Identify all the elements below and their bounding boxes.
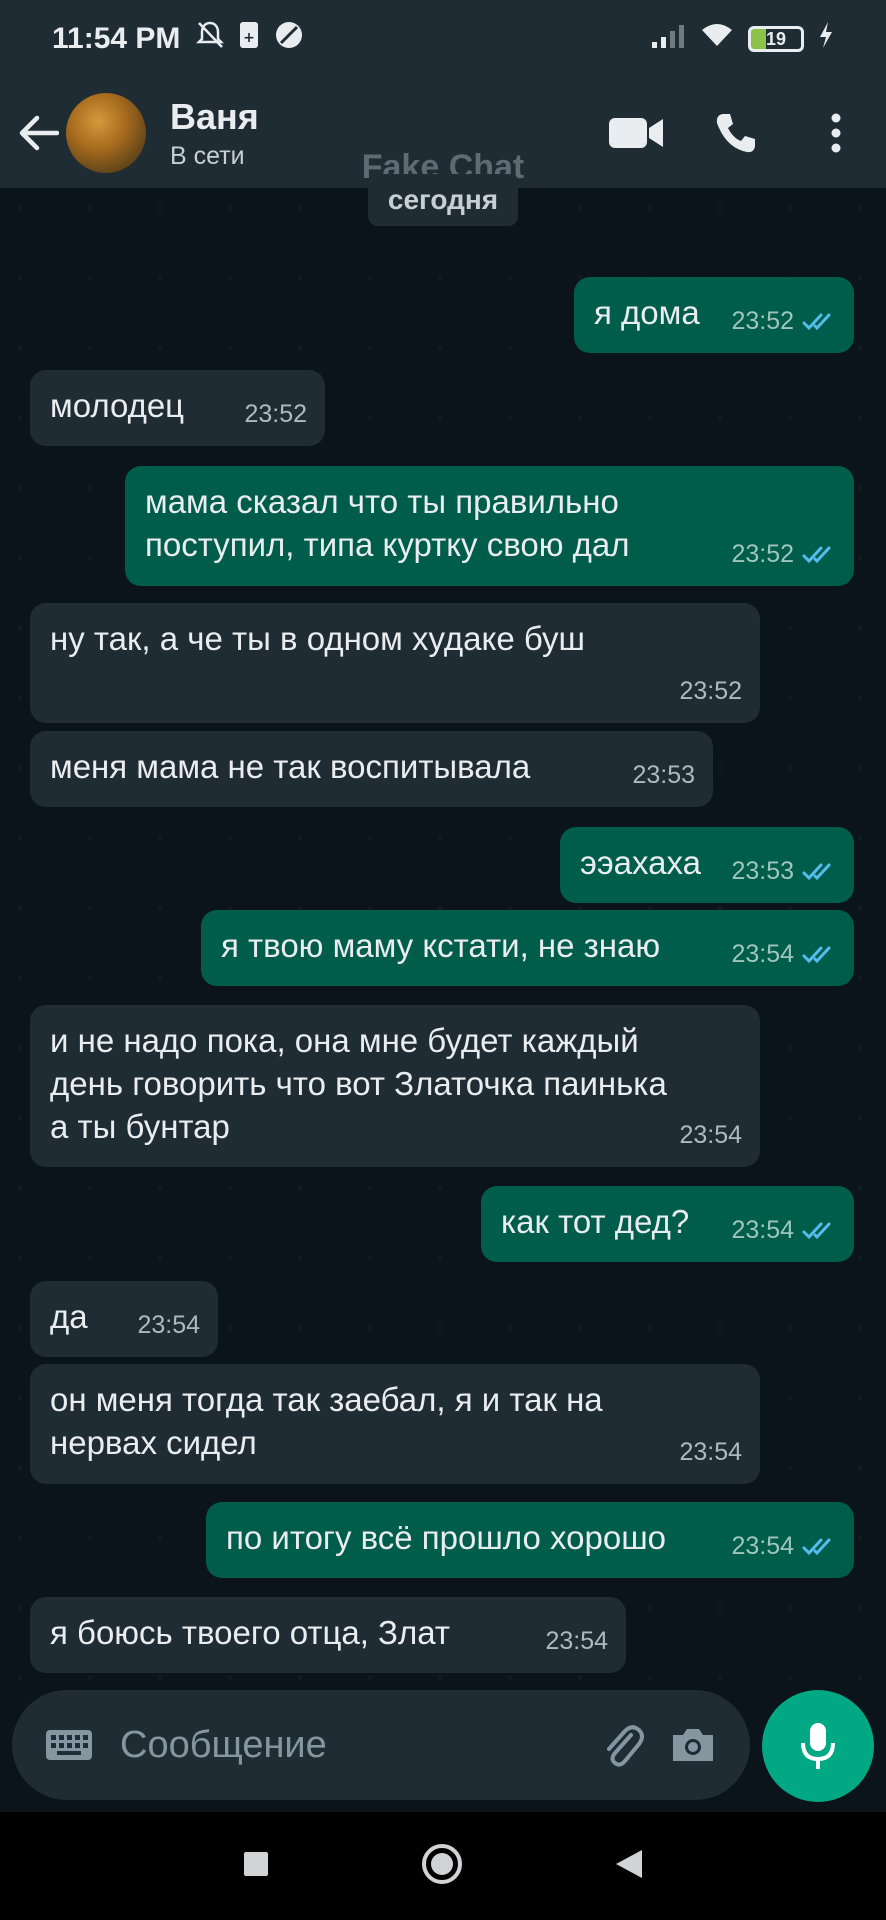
arrow-left-icon <box>19 115 59 151</box>
mic-button[interactable] <box>762 1690 874 1802</box>
message-incoming[interactable]: он меня тогда так заебал, я и так на нер… <box>30 1364 760 1484</box>
more-vert-icon <box>831 113 841 153</box>
message-input[interactable]: Сообщение <box>120 1724 588 1767</box>
double-check-read-icon <box>802 862 836 882</box>
message-text: он меня тогда так заебал, я и так на нер… <box>50 1381 603 1461</box>
message-incoming[interactable]: да 23:54 <box>30 1281 218 1357</box>
double-check-read-icon <box>802 945 836 965</box>
muted-bell-icon <box>196 20 225 58</box>
message-incoming[interactable]: ну так, а че ты в одном худаке буш 23:52 <box>30 603 760 723</box>
message-time: 23:54 <box>731 1532 794 1560</box>
no-disturb-icon <box>274 20 304 58</box>
home-circle-icon[interactable] <box>420 1842 464 1891</box>
message-text: я боюсь твоего отца, Злат <box>50 1614 450 1651</box>
svg-text:+: + <box>244 30 256 46</box>
double-check-read-icon <box>802 312 836 332</box>
message-outgoing[interactable]: мама сказал что ты правильно поступил, т… <box>125 466 854 586</box>
chat-screen: 11:54 PM + 19 Ваня В сети Fake Chat сего… <box>0 0 886 1920</box>
system-nav-bar <box>0 1812 886 1920</box>
message-time: 23:54 <box>137 1311 200 1339</box>
sim-icon: + <box>238 20 260 58</box>
message-text: и не надо пока, она мне будет каждый ден… <box>50 1022 667 1145</box>
message-outgoing[interactable]: по итогу всё прошло хорошо 23:54 <box>206 1502 854 1578</box>
message-outgoing[interactable]: ээахаха 23:53 <box>560 827 854 903</box>
status-bar: 11:54 PM + 19 <box>0 0 886 78</box>
recents-square-icon[interactable] <box>242 1850 270 1883</box>
message-text: меня мама не так воспитывала <box>50 748 531 785</box>
keyboard-icon[interactable] <box>34 1710 104 1780</box>
signal-icon <box>652 22 686 56</box>
message-incoming[interactable]: я боюсь твоего отца, Злат 23:54 <box>30 1597 626 1673</box>
attach-icon[interactable] <box>588 1710 658 1780</box>
charging-icon <box>818 22 834 56</box>
status-time: 11:54 PM <box>52 22 181 55</box>
message-time: 23:53 <box>632 761 695 789</box>
message-time: 23:54 <box>545 1627 608 1655</box>
double-check-read-icon <box>802 545 836 565</box>
message-time: 23:54 <box>679 1121 742 1149</box>
message-time: 23:52 <box>731 307 794 335</box>
message-time: 23:52 <box>731 540 794 568</box>
message-time: 23:54 <box>731 1216 794 1244</box>
double-check-read-icon <box>802 1221 836 1241</box>
mic-icon <box>801 1723 835 1769</box>
date-label: сегодня <box>368 174 518 226</box>
double-check-read-icon <box>802 1537 836 1557</box>
message-incoming[interactable]: меня мама не так воспитывала 23:53 <box>30 731 713 807</box>
message-time: 23:52 <box>244 400 307 428</box>
message-outgoing[interactable]: как тот дед? 23:54 <box>481 1186 854 1262</box>
message-outgoing[interactable]: я дома 23:52 <box>574 277 854 353</box>
message-incoming[interactable]: молодец 23:52 <box>30 370 325 446</box>
message-time: 23:53 <box>731 857 794 885</box>
wifi-icon <box>700 22 734 56</box>
message-time: 23:52 <box>679 677 742 705</box>
camera-icon[interactable] <box>658 1710 728 1780</box>
back-triangle-icon[interactable] <box>614 1848 644 1885</box>
message-outgoing[interactable]: я твою маму кстати, не знаю 23:54 <box>201 910 854 986</box>
message-text: ну так, а че ты в одном худаке буш <box>50 620 586 657</box>
contact-name: Ваня <box>170 95 259 137</box>
video-call-icon <box>609 118 663 148</box>
battery-icon: 19 <box>748 26 804 52</box>
message-composer: Сообщение <box>12 1690 750 1800</box>
message-time: 23:54 <box>679 1438 742 1466</box>
message-incoming[interactable]: и не надо пока, она мне будет каждый ден… <box>30 1005 760 1167</box>
message-time: 23:54 <box>731 940 794 968</box>
